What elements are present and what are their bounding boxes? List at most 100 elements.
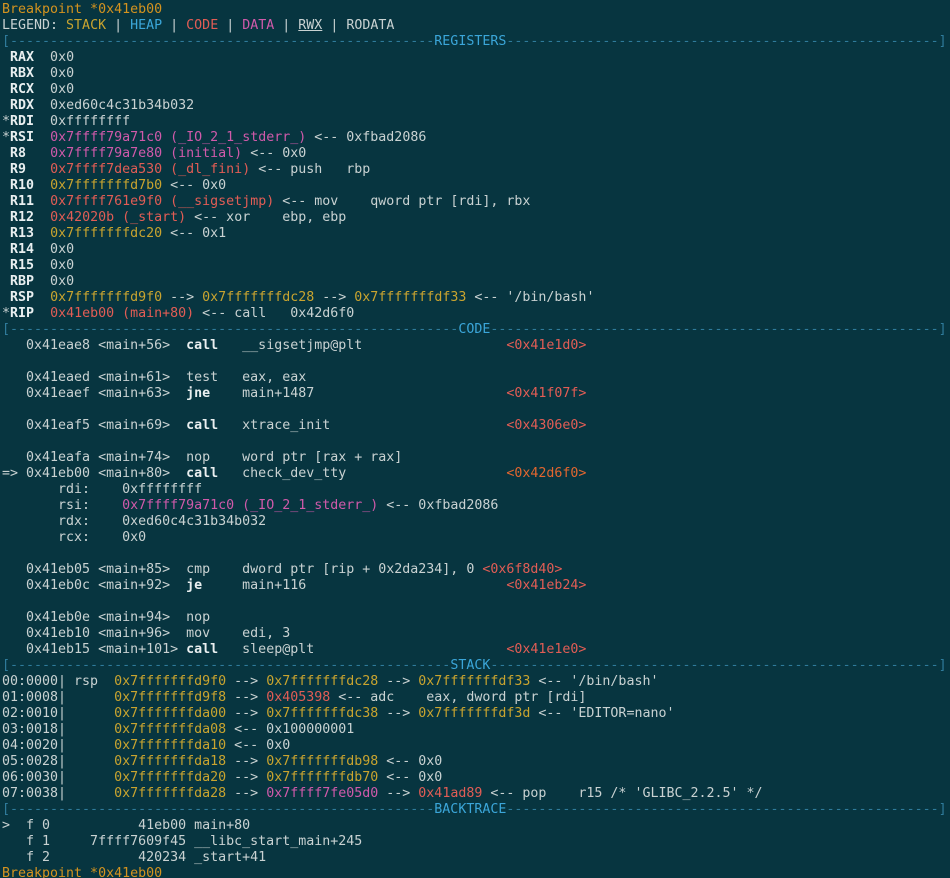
text-segment — [34, 210, 50, 225]
text-segment: rsi: — [2, 498, 122, 513]
text-segment: --> — [378, 706, 418, 721]
section-divider-code: [---------------------------------------… — [2, 322, 950, 338]
register-row-r8: R8 0x7ffff79a7e80 (initial) <-- 0x0 — [2, 146, 950, 162]
stack-row-00: 00:0000| rsp 0x7fffffffd9f0 --> 0x7fffff… — [2, 674, 950, 690]
text-segment: | — [274, 18, 298, 33]
text-segment: STACK — [66, 18, 106, 33]
text-segment: <-- push rbp — [250, 162, 370, 177]
text-segment: --> — [226, 706, 266, 721]
text-segment: __sigsetjmp@plt — [218, 338, 506, 353]
text-segment: R8 — [10, 146, 26, 161]
register-row-r13: R13 0x7fffffffdc20 <-- 0x1 — [2, 226, 950, 242]
text-segment: [---------------------------------------… — [2, 802, 434, 817]
text-segment: 0x7fffffffdc28 — [266, 674, 378, 689]
text-segment: Breakpoint *0x41eb00 — [2, 866, 162, 878]
text-segment: 0x7fffffffda20 — [114, 770, 226, 785]
call-arg-row-rsi: rsi: 0x7ffff79a71c0 (_IO_2_1_stderr_) <-… — [2, 498, 950, 514]
text-segment: RBP — [10, 274, 34, 289]
text-segment: CODE — [458, 322, 490, 337]
text-segment: 0x7fffffffda10 — [114, 738, 226, 753]
gdb-pwndbg-terminal[interactable]: Breakpoint *0x41eb00 LEGEND: STACK | HEAP… — [0, 0, 950, 878]
text-segment: 0x7ffff761e9f0 (__sigsetjmp) — [50, 194, 274, 209]
text-segment — [2, 242, 10, 257]
register-row-rbp: RBP 0x0 — [2, 274, 950, 290]
text-segment — [2, 194, 10, 209]
section-divider-backtrace: [---------------------------------------… — [2, 802, 950, 818]
text-segment — [2, 146, 10, 161]
text-segment: call — [186, 466, 218, 481]
register-row-rax: RAX 0x0 — [2, 50, 950, 66]
text-segment: R11 — [10, 194, 34, 209]
text-segment — [26, 162, 50, 177]
text-segment: call — [186, 418, 218, 433]
text-segment: rdx: 0xed60c4c31b34b032 — [2, 514, 266, 529]
text-segment: 0x0 — [34, 258, 74, 273]
text-segment: <-- 0xfbad2086 — [378, 498, 498, 513]
text-segment: --> — [226, 786, 266, 801]
register-row-r9: R9 0x7ffff7dea530 (_dl_fini) <-- push rb… — [2, 162, 950, 178]
text-segment: CODE — [186, 18, 218, 33]
register-row-rdi: *RDI 0xffffffff — [2, 114, 950, 130]
text-segment: 0x7ffff7fe05d0 — [266, 786, 378, 801]
text-segment: 0x7fffffffd9f0 — [50, 290, 162, 305]
text-segment: rcx: 0x0 — [2, 530, 146, 545]
text-segment: 0x42020b (_start) — [50, 210, 186, 225]
text-segment: 0x7fffffffda28 — [114, 786, 226, 801]
text-segment: <-- 0x1 — [162, 226, 226, 241]
disasm-row-main-61: 0x41eaed <main+61> test eax, eax — [2, 370, 950, 386]
disasm-row-main-63: 0x41eaef <main+63> jne main+1487 <0x41f0… — [2, 386, 950, 402]
legend-line: LEGEND: STACK | HEAP | CODE | DATA | RWX… — [2, 18, 950, 34]
text-segment: RSI — [10, 130, 34, 145]
text-segment: <-- 0x0 — [226, 738, 290, 753]
backtrace-frame-2: f 2 420234 _start+41 — [2, 850, 950, 866]
text-segment: RDX — [10, 98, 34, 113]
text-segment: <-- 0x0 — [242, 146, 306, 161]
text-segment: > f 0 41eb00 main+80 — [2, 818, 250, 833]
register-row-r15: R15 0x0 — [2, 258, 950, 274]
text-segment: 0x7ffff79a7e80 (initial) — [50, 146, 242, 161]
text-segment: --> — [226, 770, 266, 785]
text-segment: --> — [314, 290, 354, 305]
text-segment: <-- pop r15 /* 'GLIBC_2.2.5' */ — [482, 786, 762, 801]
text-segment — [2, 226, 10, 241]
text-segment: 0x41ad89 — [418, 786, 482, 801]
text-segment: check_dev_tty — [218, 466, 506, 481]
text-segment: 0x0 — [34, 82, 74, 97]
section-divider-stack: [---------------------------------------… — [2, 658, 950, 674]
call-arg-row-rdi: rdi: 0xffffffff — [2, 482, 950, 498]
text-segment: <-- '/bin/bash' — [466, 290, 594, 305]
text-segment: 01:0008| — [2, 690, 114, 705]
text-segment: call — [186, 642, 218, 657]
text-segment: 0xffffffff — [34, 114, 130, 129]
disasm-row-main-56: 0x41eae8 <main+56> call __sigsetjmp@plt … — [2, 338, 950, 354]
text-segment — [34, 194, 50, 209]
text-segment: <-- '/bin/bash' — [530, 674, 658, 689]
text-segment: R15 — [10, 258, 34, 273]
text-segment: --> — [226, 690, 266, 705]
blank-line — [2, 594, 950, 610]
stack-row-05: 05:0028| 0x7fffffffda18 --> 0x7fffffffdb… — [2, 754, 950, 770]
text-segment: 0x7fffffffdc20 — [50, 226, 162, 241]
text-segment: RSP — [10, 290, 34, 305]
backtrace-frame-1: f 1 7ffff7609f45 __libc_start_main+245 — [2, 834, 950, 850]
text-segment: 0x7ffff79a71c0 (_IO_2_1_stderr_) — [122, 498, 378, 513]
text-segment: 0x41eaef <main+63> — [2, 386, 186, 401]
text-segment: * — [2, 306, 10, 321]
text-segment: 0x7fffffffdf33 — [418, 674, 530, 689]
stack-row-01: 01:0008| 0x7fffffffd9f8 --> 0x405398 <--… — [2, 690, 950, 706]
text-segment: <-- xor ebp, ebp — [186, 210, 346, 225]
disasm-row-current: => 0x41eb00 <main+80> call check_dev_tty… — [2, 466, 950, 482]
text-segment — [34, 290, 50, 305]
disasm-row-main-69: 0x41eaf5 <main+69> call xtrace_init <0x4… — [2, 418, 950, 434]
text-segment: 0x0 — [34, 242, 74, 257]
text-segment: 0x7fffffffdf33 — [354, 290, 466, 305]
register-row-rsi: *RSI 0x7ffff79a71c0 (_IO_2_1_stderr_) <-… — [2, 130, 950, 146]
disasm-row-main-96: 0x41eb10 <main+96> mov edi, 3 — [2, 626, 950, 642]
text-segment: 0x7fffffffdf3d — [418, 706, 530, 721]
text-segment: STACK — [450, 658, 490, 673]
text-segment — [34, 226, 50, 241]
text-segment: 0x7ffff7dea530 (_dl_fini) — [50, 162, 250, 177]
text-segment: ----------------------------------------… — [490, 322, 946, 337]
text-segment: --> — [378, 786, 418, 801]
register-row-rdx: RDX 0xed60c4c31b34b032 — [2, 98, 950, 114]
